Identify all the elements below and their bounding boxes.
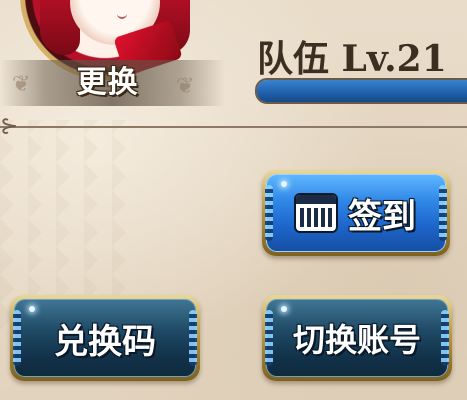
- sparkle-icon: [29, 306, 35, 312]
- sparkle-icon: [281, 306, 287, 312]
- checkin-button-label: 签到: [348, 196, 416, 237]
- team-xp-bar: [255, 78, 467, 104]
- button-edge-decor: [13, 310, 21, 366]
- button-edge-decor: [439, 185, 447, 241]
- sparkle-icon: [281, 181, 287, 187]
- team-xp-fill: [257, 80, 467, 102]
- button-edge-decor: [441, 310, 449, 366]
- button-edge-decor: [265, 185, 273, 241]
- button-edge-decor: [265, 310, 273, 366]
- switch-account-button[interactable]: 切换账号: [262, 295, 452, 381]
- redeem-code-button-label: 兑换码: [54, 321, 156, 362]
- section-divider: [0, 126, 467, 128]
- redeem-code-button[interactable]: 兑换码: [10, 295, 200, 381]
- redeem-code-button-face: 兑换码: [13, 299, 197, 377]
- team-level-label: 队伍 Lv.21: [257, 38, 447, 80]
- switch-account-button-face: 切换账号: [265, 299, 449, 377]
- switch-account-button-label: 切换账号: [292, 321, 421, 359]
- change-avatar-button[interactable]: 更换: [0, 60, 215, 106]
- checkin-button-face: 签到: [265, 174, 447, 252]
- divider-ornament-icon: ⊱: [0, 114, 19, 139]
- button-edge-decor: [189, 310, 197, 366]
- checkin-button[interactable]: 签到: [262, 170, 450, 256]
- calendar-icon: [296, 195, 336, 231]
